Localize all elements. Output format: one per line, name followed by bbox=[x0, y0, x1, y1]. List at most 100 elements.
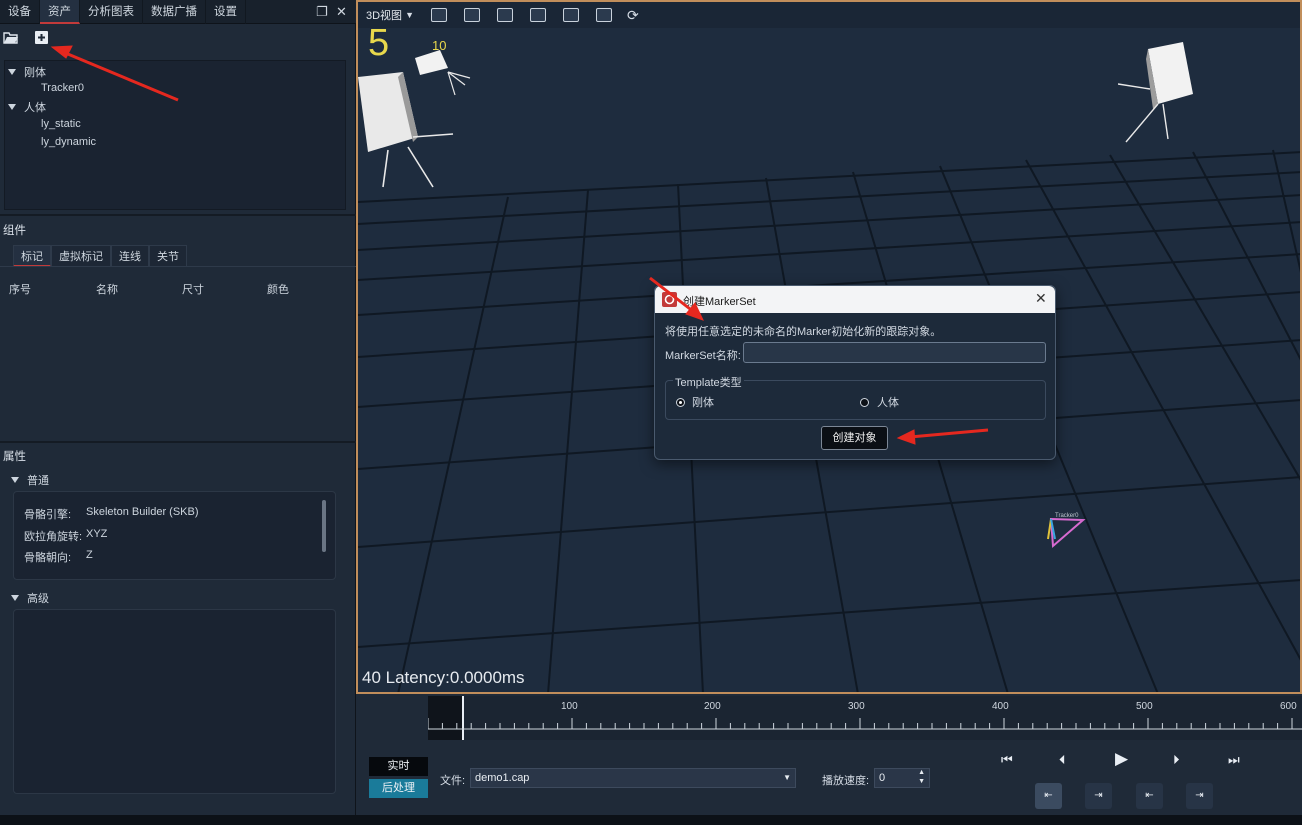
tick-label: 500 bbox=[1136, 701, 1153, 712]
view-right-icon[interactable] bbox=[529, 8, 546, 22]
column-header-index[interactable]: 序号 bbox=[9, 281, 31, 297]
radio-label: 人体 bbox=[877, 397, 899, 409]
properties-title: 属性 bbox=[3, 451, 26, 463]
create-markerset-dialog: 创建MarkerSet ✕ 将使用任意选定的未命名的Marker初始化新的跟踪对… bbox=[654, 285, 1056, 460]
divider bbox=[0, 441, 356, 443]
view-left-icon[interactable] bbox=[496, 8, 513, 22]
radio-unselected-icon[interactable] bbox=[860, 397, 869, 407]
view-top-icon[interactable] bbox=[562, 8, 579, 22]
expand-triangle-icon[interactable] bbox=[8, 104, 16, 110]
add-asset-icon[interactable] bbox=[34, 30, 49, 45]
tab-data-broadcast[interactable]: 数据广播 bbox=[143, 0, 206, 24]
expand-triangle-icon[interactable] bbox=[8, 69, 16, 75]
expand-triangle-icon[interactable] bbox=[11, 595, 19, 601]
tab-markers[interactable]: 标记 bbox=[13, 245, 51, 267]
file-select[interactable]: demo1.cap ▼ bbox=[470, 768, 796, 788]
tab-settings[interactable]: 设置 bbox=[206, 0, 246, 24]
tree-item-ly-static[interactable]: ly_static bbox=[41, 118, 81, 130]
realtime-mode-button[interactable]: 实时 bbox=[369, 757, 428, 776]
expand-triangle-icon[interactable] bbox=[11, 477, 19, 483]
play-icon[interactable]: ▶ bbox=[1115, 749, 1128, 769]
viewport-toolbar: 3D视图 ▼ ⟳ bbox=[358, 2, 1300, 28]
float-window-icon[interactable]: ❐ bbox=[316, 4, 328, 20]
tree-item-label: ly_static bbox=[41, 118, 81, 130]
general-section-toggle[interactable]: 普通 bbox=[11, 472, 49, 488]
spinner-arrows-icon[interactable]: ▲ ▼ bbox=[918, 768, 925, 786]
radio-selected-icon[interactable] bbox=[676, 397, 685, 407]
tracker-marker-icon[interactable] bbox=[1043, 514, 1088, 554]
close-icon[interactable]: ✕ bbox=[1035, 290, 1047, 307]
skip-to-start-icon[interactable]: ⏮ bbox=[1001, 752, 1013, 768]
timeline-ruler[interactable]: 100 200 300 400 500 600 bbox=[428, 696, 1302, 740]
set-in-point-icon[interactable]: ⇤ bbox=[1035, 783, 1062, 809]
prop-key: 骨骼引擎: bbox=[24, 509, 72, 521]
advanced-properties-box bbox=[13, 609, 336, 794]
tick-label: 300 bbox=[848, 701, 865, 712]
tree-item-tracker0[interactable]: Tracker0 bbox=[41, 82, 84, 94]
advanced-section-toggle[interactable]: 高级 bbox=[11, 590, 49, 606]
general-section-label: 普通 bbox=[27, 475, 49, 487]
tick-label: 600 bbox=[1280, 701, 1297, 712]
tick-label: 400 bbox=[992, 701, 1009, 712]
left-panel: 设备 资产 分析图表 数据广播 设置 ❐ ✕ 刚体 Tracker0 人体 ly… bbox=[0, 0, 356, 815]
tree-group-rigid-body[interactable]: 刚体 bbox=[8, 64, 46, 80]
view-front-icon[interactable] bbox=[430, 8, 447, 22]
tree-item-ly-dynamic[interactable]: ly_dynamic bbox=[41, 136, 96, 148]
component-tabs: 标记 虚拟标记 连线 关节 bbox=[13, 245, 187, 267]
timeline-ticks bbox=[428, 718, 1302, 730]
markerset-name-input[interactable] bbox=[743, 342, 1046, 363]
chevron-down-icon[interactable]: ▼ bbox=[783, 769, 791, 787]
general-properties-box: 骨骼引擎: Skeleton Builder (SKB) 欧拉角旋转: XYZ … bbox=[13, 491, 336, 580]
prop-value[interactable]: Z bbox=[86, 549, 93, 561]
go-to-out-point-icon[interactable]: ⇤ bbox=[1136, 783, 1163, 809]
step-forward-icon[interactable]: ⏵ bbox=[1173, 752, 1180, 768]
properties-scrollbar[interactable] bbox=[322, 500, 326, 552]
column-header-size[interactable]: 尺寸 bbox=[182, 281, 204, 297]
tick-label: 100 bbox=[561, 701, 578, 712]
prop-key: 欧拉角旋转: bbox=[24, 531, 83, 543]
playback-speed-input[interactable]: 0 ▲ ▼ bbox=[874, 768, 930, 788]
view-bottom-icon[interactable] bbox=[595, 8, 612, 22]
column-header-color[interactable]: 颜色 bbox=[267, 281, 289, 297]
view-mode-dropdown[interactable]: 3D视图 bbox=[366, 7, 402, 23]
playback-speed-value: 0 bbox=[879, 772, 886, 784]
dialog-title: 创建MarkerSet bbox=[683, 296, 756, 308]
radio-rigid-body[interactable]: 刚体 bbox=[676, 394, 714, 410]
playback-speed-label: 播放速度: bbox=[822, 775, 870, 787]
tab-assets[interactable]: 资产 bbox=[40, 0, 80, 24]
prop-value[interactable]: XYZ bbox=[86, 528, 107, 540]
status-footer bbox=[0, 815, 1302, 825]
skip-to-end-icon[interactable]: ⏭ bbox=[1228, 752, 1240, 768]
prop-value[interactable]: Skeleton Builder (SKB) bbox=[86, 506, 199, 518]
components-title: 组件 bbox=[3, 225, 26, 237]
go-to-in-point-icon[interactable]: ⇥ bbox=[1085, 783, 1112, 809]
chevron-down-icon[interactable]: ▼ bbox=[405, 10, 414, 20]
tab-devices[interactable]: 设备 bbox=[0, 0, 40, 24]
radio-human-body[interactable]: 人体 bbox=[860, 394, 899, 410]
create-object-button[interactable]: 创建对象 bbox=[821, 426, 888, 450]
camera-model-icon bbox=[415, 50, 471, 96]
file-label: 文件: bbox=[440, 775, 466, 787]
tree-item-label: Tracker0 bbox=[41, 82, 84, 94]
main-tabs: 设备 资产 分析图表 数据广播 设置 bbox=[0, 0, 356, 24]
reset-view-icon[interactable]: ⟳ bbox=[627, 7, 639, 24]
tab-joints[interactable]: 关节 bbox=[149, 245, 187, 267]
tracker-label: Tracker0 bbox=[1055, 513, 1079, 519]
open-folder-icon[interactable] bbox=[3, 31, 19, 44]
divider bbox=[0, 266, 356, 267]
tree-group-label: 人体 bbox=[24, 102, 46, 114]
set-out-point-icon[interactable]: ⇥ bbox=[1186, 783, 1213, 809]
file-select-value: demo1.cap bbox=[475, 772, 530, 784]
tab-virtual-markers[interactable]: 虚拟标记 bbox=[51, 245, 111, 267]
step-backward-icon[interactable]: ⏴ bbox=[1059, 752, 1066, 768]
template-type-label: Template类型 bbox=[673, 374, 744, 390]
tick-label: 200 bbox=[704, 701, 721, 712]
close-panel-icon[interactable]: ✕ bbox=[336, 4, 347, 20]
tree-item-label: ly_dynamic bbox=[41, 136, 97, 148]
tree-group-human-body[interactable]: 人体 bbox=[8, 99, 46, 115]
tab-connections[interactable]: 连线 bbox=[111, 245, 149, 267]
column-header-name[interactable]: 名称 bbox=[96, 281, 118, 297]
tab-analysis-charts[interactable]: 分析图表 bbox=[80, 0, 143, 24]
post-process-mode-button[interactable]: 后处理 bbox=[369, 779, 428, 798]
view-back-icon[interactable] bbox=[463, 8, 480, 22]
